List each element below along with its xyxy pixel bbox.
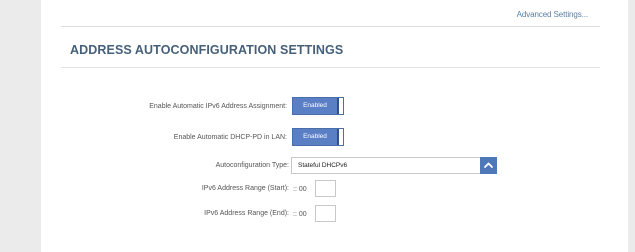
section-title: ADDRESS AUTOCONFIGURATION SETTINGS	[70, 43, 344, 57]
range-start-label: IPv6 Address Range (Start):	[201, 185, 289, 192]
header-divider	[61, 26, 600, 27]
auto-dhcp-pd-label: Enable Automatic DHCP-PD in LAN:	[173, 134, 287, 141]
toggle-knob	[337, 98, 343, 114]
toggle-knob	[337, 129, 343, 145]
range-start-prefix: :: 00	[293, 186, 307, 193]
toggle-state-label: Enabled	[293, 129, 337, 145]
autoconfig-type-label: Autoconfiguration Type:	[215, 162, 289, 169]
advanced-settings-link[interactable]: Advanced Settings...	[517, 10, 588, 19]
settings-panel: Advanced Settings... ADDRESS AUTOCONFIGU…	[41, 0, 628, 252]
auto-ipv6-assignment-toggle[interactable]: Enabled	[292, 97, 344, 115]
autoconfig-type-value: Stateful DHCPv6	[298, 162, 348, 169]
auto-ipv6-assignment-label: Enable Automatic IPv6 Address Assignment…	[149, 103, 287, 110]
chevron-up-icon[interactable]	[480, 157, 497, 174]
auto-dhcp-pd-toggle[interactable]: Enabled	[292, 128, 344, 146]
range-end-prefix: :: 00	[293, 211, 307, 218]
autoconfig-type-select[interactable]: Stateful DHCPv6	[291, 157, 497, 174]
range-end-input[interactable]	[315, 205, 336, 222]
range-start-input[interactable]	[315, 180, 336, 197]
range-end-label: IPv6 Address Range (End):	[204, 210, 289, 217]
section-divider	[61, 67, 600, 68]
toggle-state-label: Enabled	[293, 98, 337, 114]
